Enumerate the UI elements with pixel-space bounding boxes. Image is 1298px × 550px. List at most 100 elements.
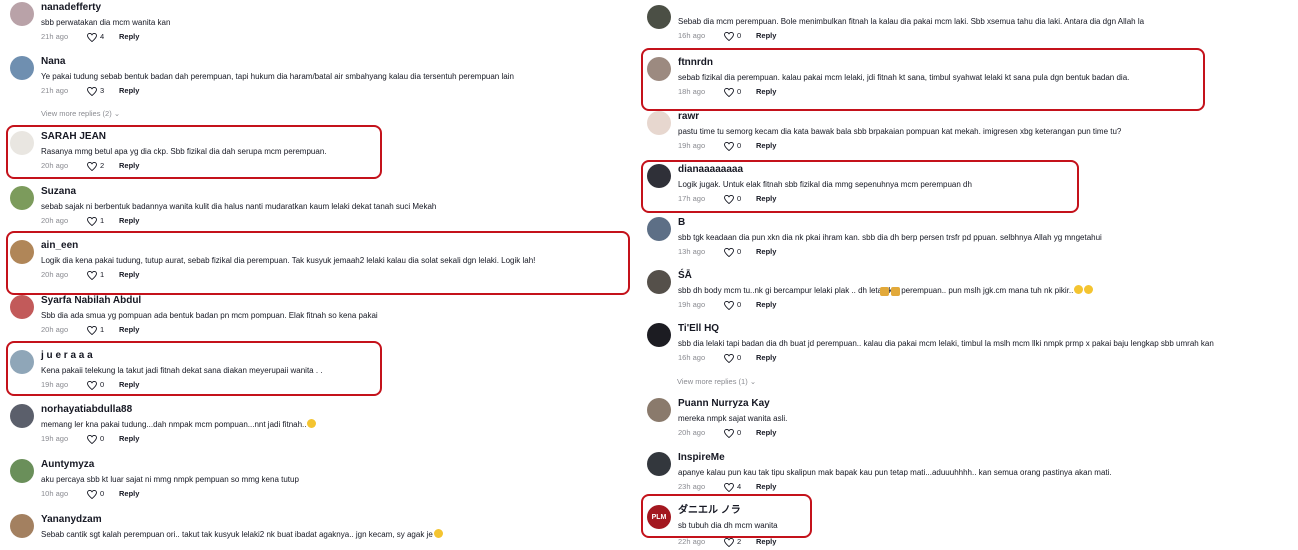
reply-button[interactable]: Reply [756, 300, 776, 310]
like-button[interactable]: 0 [724, 31, 756, 41]
avatar[interactable] [10, 404, 34, 428]
comment-author[interactable]: nanadefferty [41, 2, 630, 14]
like-button[interactable]: 4 [87, 32, 119, 42]
comment-author[interactable]: Syarfa Nabilah Abdul [41, 295, 630, 307]
reply-button[interactable]: Reply [756, 353, 776, 363]
view-more-replies[interactable]: View more replies (1) ⌄ [677, 377, 756, 386]
like-button[interactable]: 0 [87, 434, 119, 444]
heart-icon [87, 380, 97, 390]
like-button[interactable]: 0 [724, 141, 756, 151]
like-button[interactable]: 3 [87, 86, 119, 96]
avatar[interactable] [647, 57, 671, 81]
comment-time: 20h ago [41, 325, 69, 334]
like-button[interactable]: 2 [724, 537, 756, 547]
comment-text: sebab fizikal dia perempuan. kalau pakai… [678, 73, 1130, 82]
grinning-emoji-icon [1074, 285, 1084, 294]
like-count: 0 [737, 300, 742, 309]
avatar-initials: PLM [651, 513, 667, 521]
heart-icon [724, 353, 734, 363]
comment-author[interactable]: Ti'Ell HQ [678, 323, 1298, 335]
heart-icon [87, 86, 97, 96]
like-button[interactable]: 0 [724, 353, 756, 363]
reply-button[interactable]: Reply [119, 86, 139, 96]
like-button[interactable]: 0 [724, 428, 756, 438]
avatar[interactable] [10, 240, 34, 264]
heart-icon [724, 482, 734, 492]
like-button[interactable]: 1 [87, 270, 119, 280]
avatar[interactable] [647, 398, 671, 422]
like-button[interactable]: 0 [724, 247, 756, 257]
heart-icon [724, 247, 734, 257]
reply-button[interactable]: Reply [119, 325, 139, 335]
comment-author[interactable]: j u e r a a a [41, 350, 630, 362]
reply-button[interactable]: Reply [756, 194, 776, 204]
avatar[interactable] [647, 323, 671, 347]
comment-text: sbb perwatakan dia mcm wanita kan [41, 18, 171, 27]
reply-button[interactable]: Reply [756, 31, 776, 41]
reply-button[interactable]: Reply [119, 434, 139, 444]
comment-author[interactable]: ain_een [41, 240, 630, 252]
like-count: 0 [737, 87, 742, 96]
comment-text: pastu time tu semorg kecam dia kata bawa… [678, 127, 1122, 136]
avatar[interactable] [10, 350, 34, 374]
avatar[interactable] [647, 5, 671, 29]
avatar[interactable] [647, 270, 671, 294]
comment-author[interactable]: Puann Nurryza Kay [678, 398, 1298, 410]
like-button[interactable]: 4 [724, 482, 756, 492]
view-more-replies[interactable]: View more replies (2) ⌄ [41, 109, 120, 118]
like-button[interactable]: 2 [87, 161, 119, 171]
reply-button[interactable]: Reply [756, 87, 776, 97]
avatar[interactable] [647, 452, 671, 476]
comment-text: Rasanya mmg betul apa yg dia ckp. Sbb fi… [41, 147, 327, 156]
reply-button[interactable]: Reply [756, 428, 776, 438]
comment-author[interactable]: Auntymyza [41, 459, 630, 471]
reply-button[interactable]: Reply [756, 537, 776, 547]
reply-button[interactable]: Reply [119, 216, 139, 226]
comment-author[interactable]: Nana [41, 56, 630, 68]
reply-button[interactable]: Reply [119, 380, 139, 390]
avatar[interactable] [10, 56, 34, 80]
reply-button[interactable]: Reply [756, 247, 776, 257]
comment-author[interactable]: rawr [678, 111, 1298, 123]
heart-icon [87, 325, 97, 335]
like-button[interactable]: 1 [87, 325, 119, 335]
comment-author[interactable]: Suzana [41, 186, 630, 198]
heart-icon [87, 434, 97, 444]
comment-author[interactable]: norhayatiabdulla88 [41, 404, 630, 416]
like-button[interactable]: 1 [87, 216, 119, 226]
comment-author[interactable]: ダニエル ノラ [678, 505, 1298, 517]
avatar[interactable] [647, 217, 671, 241]
like-button[interactable]: 0 [724, 87, 756, 97]
avatar[interactable] [10, 459, 34, 483]
avatar[interactable] [647, 111, 671, 135]
comment-time: 17h ago [678, 194, 706, 203]
like-count: 0 [737, 247, 742, 256]
reply-button[interactable]: Reply [119, 32, 139, 42]
reply-button[interactable]: Reply [756, 141, 776, 151]
comment-author[interactable]: dianaaaaaaaa [678, 164, 1298, 176]
avatar[interactable] [10, 514, 34, 538]
reply-button[interactable]: Reply [119, 161, 139, 171]
comment-author[interactable]: InspireMe [678, 452, 1298, 464]
comment-author[interactable]: SARAH JEAN [41, 131, 630, 143]
like-button[interactable]: 0 [724, 194, 756, 204]
comment-author[interactable]: ftnnrdn [678, 57, 1298, 69]
like-button[interactable]: 0 [724, 300, 756, 310]
heart-icon [724, 300, 734, 310]
reply-button[interactable]: Reply [756, 482, 776, 492]
comment-author[interactable]: Yananydzam [41, 514, 630, 526]
comment-time: 18h ago [678, 87, 706, 96]
avatar[interactable] [10, 2, 34, 26]
like-button[interactable]: 0 [87, 380, 119, 390]
avatar[interactable] [647, 164, 671, 188]
like-count: 1 [100, 216, 105, 225]
like-button[interactable]: 0 [87, 489, 119, 499]
comment-author[interactable]: ŚĀ [678, 270, 1298, 282]
reply-button[interactable]: Reply [119, 489, 139, 499]
avatar[interactable]: PLM [647, 505, 671, 529]
avatar[interactable] [10, 186, 34, 210]
avatar[interactable] [10, 295, 34, 319]
avatar[interactable] [10, 131, 34, 155]
reply-button[interactable]: Reply [119, 270, 139, 280]
comment-author[interactable]: B [678, 217, 1298, 229]
